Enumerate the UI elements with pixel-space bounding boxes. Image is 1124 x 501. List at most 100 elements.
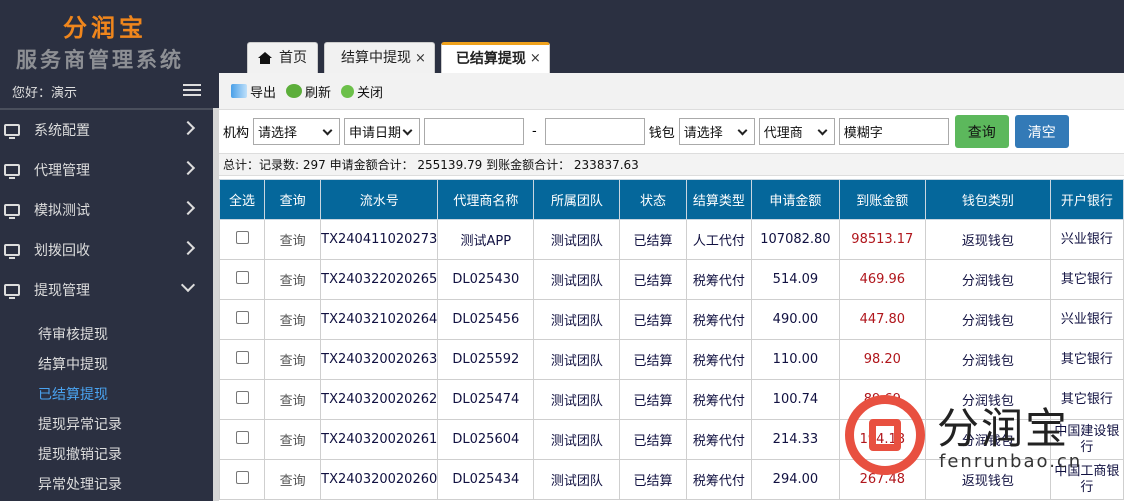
action-cell[interactable]: 查询 [264,259,322,300]
column-header[interactable]: 全选 [218,179,266,220]
wallet-select[interactable]: 请选择 [678,118,755,145]
sidebar-item[interactable]: 模拟测试 [0,190,213,230]
column-header: 钱包类别 [924,179,1051,220]
action-cell[interactable]: 查询 [264,299,322,340]
sidebar-subitem[interactable]: 结算中提现 [0,350,213,380]
sidebar-subitem[interactable]: 提现异常记录 [0,410,213,440]
toolbar: 导出 刷新 关闭 [219,73,1124,110]
select-cell[interactable] [218,259,266,300]
team-cell: 测试团队 [533,419,621,460]
row-checkbox[interactable] [235,391,249,404]
row-checkbox[interactable] [235,431,249,444]
monitor-icon [4,164,20,179]
sidebar-subitem[interactable]: 待审核提现 [0,320,213,350]
wallet-cell: 分润钱包 [924,379,1051,420]
sidebar-subitem[interactable]: 已结算提现 [0,380,213,410]
sidebar-item-label: 提现管理 [34,283,90,299]
arrive-cell: 98513.17 [838,219,926,260]
search-button[interactable]: 查询 [954,115,1009,148]
sidebar-item-label: 代理管理 [34,163,90,179]
column-header: 代理商名称 [437,179,535,220]
column-header: 状态 [619,179,687,220]
tab-label: 首页 [279,49,307,66]
close-tab-icon[interactable]: × [530,45,541,73]
filter-bar: 机构 请选择 申请日期 - 钱包 请选择 代理商 模糊字 查询 清空 [219,110,1124,153]
bank-cell: 其它银行 [1049,379,1124,420]
status-cell: 已结算 [619,299,687,340]
keyword-input[interactable]: 模糊字 [838,118,949,145]
tab[interactable]: 已结算提现 × [440,42,550,73]
agent-cell: DL025592 [437,339,535,380]
table-row: 查询 TX240320020260 DL025434 测试团队 已结算 税筹代付 294.0… [218,459,1124,500]
close-button[interactable]: 关闭 [341,82,383,101]
brand-name: 分润宝 [63,14,147,42]
tab[interactable]: 首页 [247,42,318,73]
apply-cell: 514.09 [751,259,840,300]
row-checkbox[interactable] [235,471,249,484]
start-date-input[interactable] [424,118,525,145]
select-cell[interactable] [218,459,266,500]
agent-cell: 测试APP [437,219,535,260]
status-cell: 已结算 [619,419,687,460]
select-cell[interactable] [218,299,266,340]
close-tab-icon[interactable]: × [415,43,426,74]
refresh-label: 刷新 [305,85,332,101]
sidebar-item[interactable]: 代理管理 [0,150,213,190]
bank-cell: 其它银行 [1049,339,1124,380]
collapse-sidebar-icon[interactable] [183,84,201,98]
tab[interactable]: 结算中提现 × [324,42,435,73]
export-label: 导出 [250,85,277,101]
arrive-cell: 267.48 [838,459,926,500]
clear-button[interactable]: 清空 [1014,115,1069,148]
select-cell[interactable] [218,219,266,260]
select-cell[interactable] [218,419,266,460]
arrive-cell: 194.18 [838,419,926,460]
status-cell: 已结算 [619,339,687,380]
bank-cell: 其它银行 [1049,259,1124,300]
main-content: 导出 刷新 关闭 机构 请选择 申请日期 - 钱包 请选择 代理商 模糊字 查询… [218,73,1124,501]
serial-cell: TX240322020265 [320,259,439,300]
status-cell: 已结算 [619,259,687,300]
row-checkbox[interactable] [235,271,249,284]
action-cell[interactable]: 查询 [264,379,322,420]
date-type-select[interactable]: 申请日期 [344,118,421,145]
wallet-cell: 分润钱包 [924,419,1051,460]
team-cell: 测试团队 [533,219,621,260]
home-icon [258,52,272,64]
bank-cell: 中国建设银行 [1049,419,1124,460]
row-checkbox[interactable] [235,231,249,244]
tab-bar: 首页 结算中提现 × 已结算提现 × [247,42,550,73]
row-checkbox[interactable] [235,311,249,324]
org-select[interactable]: 请选择 [253,118,341,145]
close-icon [341,84,355,98]
sidebar-subitem[interactable]: 异常处理记录 [0,470,213,500]
select-cell[interactable] [218,379,266,420]
apply-cell: 110.00 [751,339,840,380]
sidebar-item[interactable]: 划拨回收 [0,230,213,270]
end-date-input[interactable] [544,118,645,145]
export-button[interactable]: 导出 [231,82,276,101]
apply-cell: 107082.80 [751,219,840,260]
serial-cell: TX240411020273 [320,219,439,260]
agent-cell: DL025430 [437,259,535,300]
sidebar-subitem[interactable]: 提现撤销记录 [0,440,213,470]
sidebar: 分润宝 服务商管理系统 您好：演示 系统配置 代理管理 模拟测试 划拨回收 提现管理 待审… [0,0,213,501]
row-checkbox[interactable] [235,351,249,364]
type-cell: 税筹代付 [685,339,753,380]
wallet-cell: 分润钱包 [924,339,1051,380]
action-cell[interactable]: 查询 [264,339,322,380]
table-row: 查询 TX240320020262 DL025474 测试团队 已结算 税筹代付 100.7… [218,379,1124,420]
arrive-cell: 469.96 [838,259,926,300]
column-header[interactable]: 查询 [264,179,322,220]
sidebar-menu: 系统配置代理管理模拟测试 划拨回收提现管理待审核提现 结算中提现 已结算提现 提现异常记… [0,110,213,500]
action-cell[interactable]: 查询 [264,459,322,500]
sidebar-item[interactable]: 系统配置 [0,110,213,150]
action-cell[interactable]: 查询 [264,419,322,460]
sidebar-item[interactable]: 提现管理 [0,270,213,310]
agent-select[interactable]: 代理商 [758,118,835,145]
select-cell[interactable] [218,339,266,380]
apply-cell: 214.33 [751,419,840,460]
wallet-label: 钱包 [648,126,675,141]
action-cell[interactable]: 查询 [264,219,322,260]
refresh-button[interactable]: 刷新 [286,82,331,101]
